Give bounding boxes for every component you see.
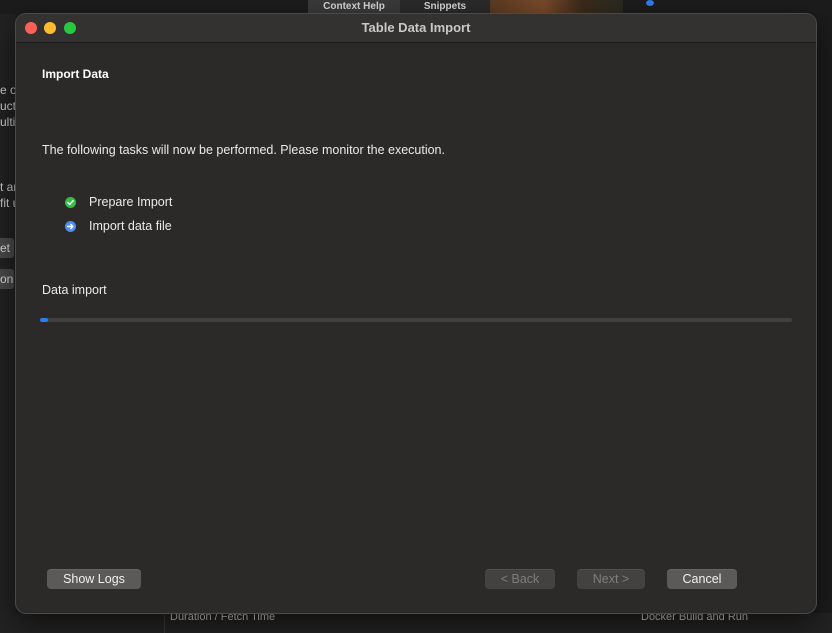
window-title: Table Data Import: [361, 20, 471, 35]
divider: [164, 613, 165, 633]
tab-snippets[interactable]: Snippets: [400, 0, 490, 14]
background-text-fragment: t ar: [0, 180, 18, 194]
progress-bar: [40, 318, 792, 322]
background-text-fragment: ulti: [0, 115, 16, 129]
progress-label: Data import: [42, 283, 107, 297]
import-dialog: Table Data Import Import Data The follow…: [16, 14, 816, 613]
progress-bar-fill: [40, 318, 48, 322]
notification-dot-icon: [646, 0, 654, 6]
background-image: [490, 0, 623, 14]
show-logs-button[interactable]: Show Logs: [47, 569, 141, 589]
arrow-circle-icon: [65, 221, 76, 232]
intro-text: The following tasks will now be performe…: [42, 143, 445, 157]
page-heading: Import Data: [42, 67, 109, 81]
task-label: Import data file: [89, 219, 172, 233]
background-button[interactable]: on: [0, 269, 14, 289]
task-label: Prepare Import: [89, 195, 173, 209]
background-tabbar: Context Help Snippets: [308, 0, 490, 14]
tab-context-help[interactable]: Context Help: [308, 0, 400, 14]
title-bar: Table Data Import: [16, 14, 816, 43]
background-toolbar-icons: [640, 0, 832, 14]
next-button[interactable]: Next >: [577, 569, 645, 589]
cancel-button[interactable]: Cancel: [667, 569, 737, 589]
check-circle-icon: [65, 197, 76, 208]
background-button[interactable]: et: [0, 238, 14, 258]
back-button[interactable]: < Back: [485, 569, 555, 589]
